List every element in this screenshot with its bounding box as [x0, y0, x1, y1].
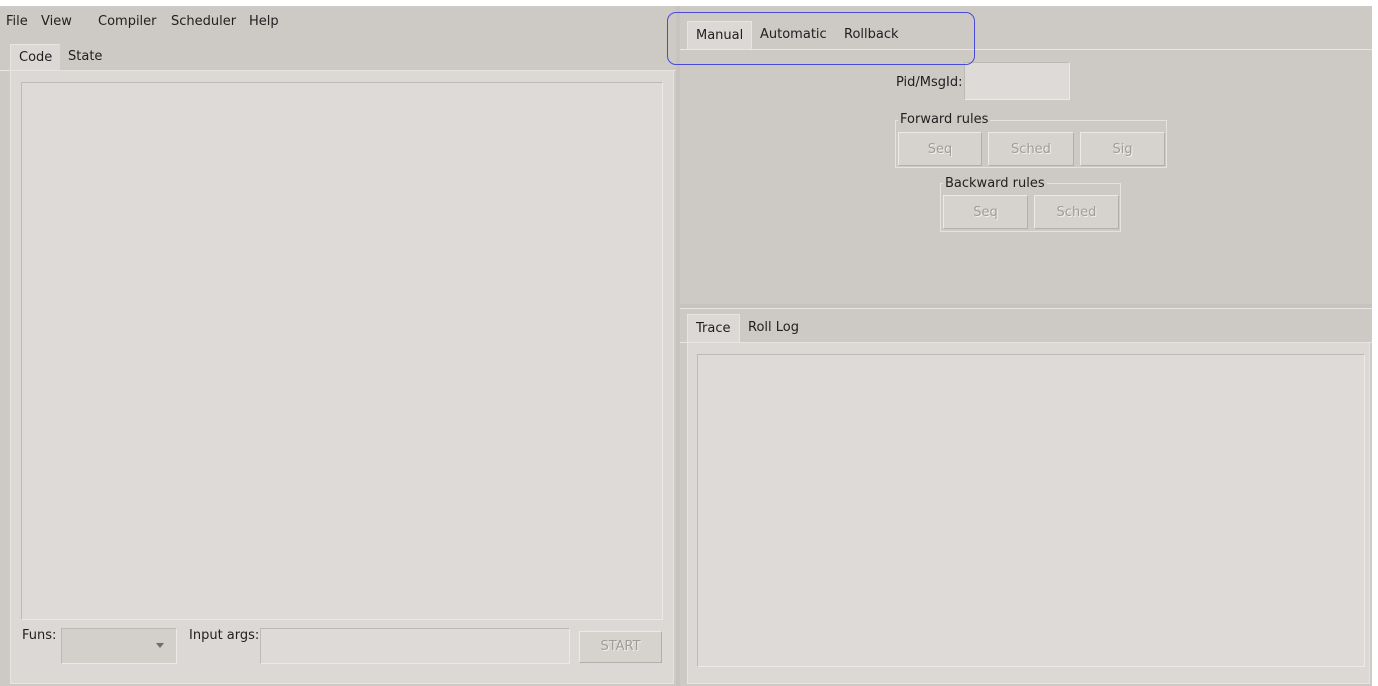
mode-tab-line [680, 49, 1372, 50]
tab-automatic[interactable]: Automatic [752, 21, 835, 49]
menu-scheduler[interactable]: Scheduler [171, 14, 236, 29]
pid-msgid-field[interactable] [964, 62, 1070, 100]
menu-file[interactable]: File [6, 14, 28, 29]
forward-seq-button[interactable]: Seq [898, 132, 982, 166]
trace-log-area[interactable] [697, 354, 1365, 667]
backward-sched-button[interactable]: Sched [1034, 195, 1119, 229]
menubar: File View Compiler Scheduler Help [0, 6, 680, 38]
backward-seq-button[interactable]: Seq [943, 195, 1028, 229]
tab-roll-log[interactable]: Roll Log [740, 314, 807, 342]
forward-sig-button[interactable]: Sig [1080, 132, 1165, 166]
forward-sched-button[interactable]: Sched [988, 132, 1074, 166]
pid-msgid-label: Pid/MsgId: [896, 75, 963, 90]
splitter-highlight [680, 308, 1372, 309]
forward-rules-title: Forward rules [898, 112, 991, 127]
vertical-splitter[interactable] [676, 6, 680, 686]
input-args-label: Input args: [189, 628, 260, 643]
menu-view[interactable]: View [41, 14, 72, 29]
code-editor[interactable] [21, 82, 663, 620]
start-button[interactable]: START [579, 631, 662, 663]
tab-trace[interactable]: Trace [687, 314, 740, 342]
tab-code[interactable]: Code [10, 44, 62, 70]
funs-dropdown[interactable] [61, 628, 177, 664]
tab-state[interactable]: State [60, 44, 111, 70]
chevron-down-icon [156, 643, 164, 648]
tab-rollback[interactable]: Rollback [836, 21, 907, 49]
backward-rules-title: Backward rules [943, 176, 1047, 191]
menu-compiler[interactable]: Compiler [98, 14, 157, 29]
app-window: File View Compiler Scheduler Help Code S… [0, 6, 1372, 686]
funs-label: Funs: [22, 628, 57, 643]
tab-manual[interactable]: Manual [687, 21, 753, 49]
menu-help[interactable]: Help [249, 14, 279, 29]
input-args-field[interactable] [260, 628, 570, 664]
